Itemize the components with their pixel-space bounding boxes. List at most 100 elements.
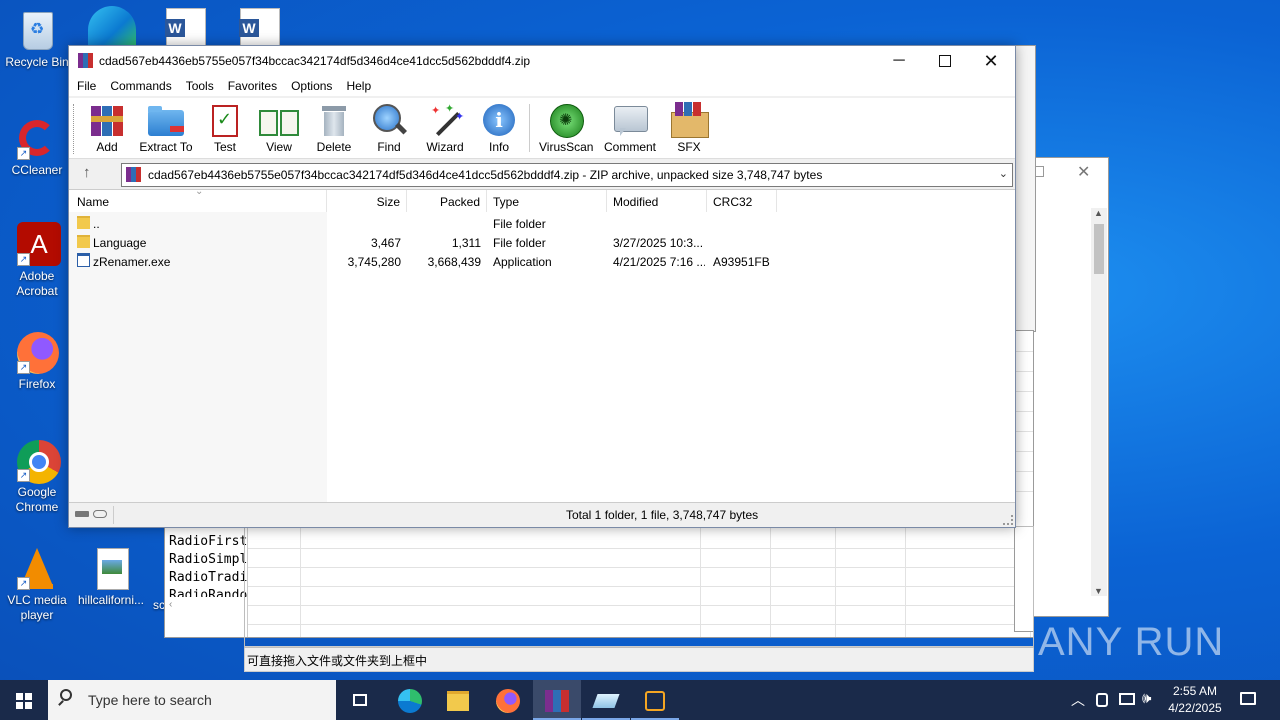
shortcut-arrow-icon: ↗ <box>17 469 30 482</box>
ccleaner-graphic: ↗ <box>15 116 59 160</box>
file-list[interactable]: Name ⌄ Size Packed Type Modified CRC32 .… <box>69 186 1015 502</box>
notifications-icon[interactable] <box>1240 692 1256 705</box>
list-item[interactable]: RadioTradi <box>169 569 251 587</box>
file-modified: 3/27/2025 10:3... <box>613 236 704 250</box>
resize-grip-icon[interactable] <box>1003 515 1013 525</box>
maximize-button[interactable] <box>922 46 968 76</box>
up-arrow-icon[interactable]: ↑ <box>83 164 91 181</box>
menu-commands[interactable]: Commands <box>103 76 178 96</box>
column-header-packed[interactable]: Packed <box>407 190 487 212</box>
table-row[interactable]: .. File folder <box>69 215 1015 234</box>
trash-can-icon <box>316 102 352 138</box>
find-button[interactable]: Find <box>369 102 409 154</box>
word-logo-icon: W <box>239 19 259 37</box>
clock-date: 4/22/2025 <box>1168 701 1222 715</box>
start-button[interactable] <box>0 680 48 720</box>
sfx-box-icon <box>669 102 709 138</box>
firefox-icon[interactable]: ↗ Firefox <box>0 330 74 392</box>
recycle-bin-icon[interactable]: ♻ Recycle Bin <box>0 8 74 70</box>
vertical-scrollbar[interactable]: ▲ ▼ <box>1091 208 1107 596</box>
acrobat-graphic: A ↗ <box>15 222 61 266</box>
column-header-modified[interactable]: Modified <box>607 190 707 212</box>
chevron-up-icon[interactable]: ︿ <box>1071 690 1085 710</box>
menu-file[interactable]: File <box>70 76 103 96</box>
taskbar-winrar[interactable] <box>533 680 581 720</box>
search-box[interactable]: Type here to search <box>48 680 336 720</box>
folder-extract-icon <box>148 102 184 138</box>
menu-favorites[interactable]: Favorites <box>221 76 284 96</box>
winrar-window[interactable]: cdad567eb4436eb5755e057f34bccac342174df5… <box>68 45 1016 528</box>
test-button[interactable]: ✓ Test <box>205 102 245 154</box>
task-view-button[interactable] <box>336 680 384 720</box>
menu-options[interactable]: Options <box>284 76 339 96</box>
view-button[interactable]: View <box>257 102 301 154</box>
taskbar-notepad-plus[interactable] <box>631 680 679 720</box>
comment-icon <box>612 102 648 138</box>
taskbar-file-explorer[interactable] <box>434 680 482 720</box>
view-label: View <box>266 140 292 154</box>
horizontal-scroll-left-icon[interactable]: ‹ <box>169 599 172 610</box>
edge-desktop-icon[interactable] <box>88 6 136 46</box>
clock[interactable]: 2:55 AM 4/22/2025 <box>1164 683 1226 717</box>
anyrun-watermark: ANY RUN <box>1038 612 1238 672</box>
word-doc-icon[interactable]: W <box>239 8 280 46</box>
table-row[interactable]: Language 3,467 1,311 File folder 3/27/20… <box>69 234 1015 253</box>
column-header-crc32[interactable]: CRC32 <box>707 190 777 212</box>
extract-to-button[interactable]: Extract To <box>139 102 193 154</box>
background-statusbar: 可直接拖入文件或文件夹到上框中 <box>244 646 1034 672</box>
winrar-app-icon <box>78 53 93 68</box>
file-modified: 4/21/2025 7:16 ... <box>613 255 705 269</box>
adobe-acrobat-icon[interactable]: A ↗ Adobe Acrobat <box>0 222 74 299</box>
drive-icon[interactable] <box>75 511 89 517</box>
taskbar-app-editor[interactable] <box>582 680 630 720</box>
wizard-button[interactable]: ✦ ✦ ✦ Wizard <box>421 102 469 154</box>
close-icon[interactable]: ✕ <box>1077 162 1090 182</box>
list-item[interactable]: RadioSimpl <box>169 551 251 569</box>
ccleaner-icon[interactable]: ↗ CCleaner <box>0 116 74 178</box>
clock-time: 2:55 AM <box>1172 684 1218 698</box>
menu-help[interactable]: Help <box>339 76 378 96</box>
magnifier-icon <box>371 102 408 138</box>
list-item[interactable]: RadioRando <box>169 587 251 597</box>
edge-icon <box>398 688 422 713</box>
table-row[interactable]: zRenamer.exe 3,745,280 3,668,439 Applica… <box>69 253 1015 272</box>
file-crc: A93951FB <box>713 255 770 269</box>
test-label: Test <box>213 140 236 154</box>
shortcut-arrow-icon: ↗ <box>17 253 30 266</box>
image-file-graphic <box>89 546 133 590</box>
taskbar-edge[interactable] <box>386 680 434 720</box>
sfx-button[interactable]: SFX <box>667 102 711 154</box>
google-chrome-icon[interactable]: ↗ Google Chrome <box>0 438 74 515</box>
window-title: cdad567eb4436eb5755e057f34bccac342174df5… <box>99 54 531 68</box>
list-item[interactable]: RadioFirst <box>169 533 251 551</box>
volume-icon[interactable]: 🕪 <box>1142 690 1151 707</box>
file-type: Application <box>493 255 552 269</box>
menu-tools[interactable]: Tools <box>179 76 221 96</box>
address-bar: ↑ cdad567eb4436eb5755e057f34bccac342174d… <box>69 161 1015 187</box>
info-button[interactable]: i Info <box>479 102 519 154</box>
image-file-icon[interactable]: hillcaliforni... <box>74 546 148 608</box>
column-header-type[interactable]: Type <box>487 190 607 212</box>
vlc-icon[interactable]: ↗ VLC media player <box>0 546 74 623</box>
virusscan-button[interactable]: ✺ VirusScan <box>539 102 593 154</box>
taskbar: Type here to search ︿ 🕪 2:55 AM 4/22/202… <box>0 680 1280 720</box>
title-bar[interactable]: cdad567eb4436eb5755e057f34bccac342174df5… <box>69 46 1015 76</box>
wizard-label: Wizard <box>426 140 464 154</box>
add-button[interactable]: Add <box>87 102 127 154</box>
security-icon[interactable] <box>1096 693 1108 707</box>
minimize-button[interactable]: ─ <box>876 46 922 76</box>
word-doc-icon[interactable]: W <box>165 8 206 46</box>
sfx-label: SFX <box>677 140 701 154</box>
close-button[interactable]: ✕ <box>968 46 1014 76</box>
column-header-size[interactable]: Size <box>327 190 407 212</box>
file-crc <box>713 215 777 234</box>
chrome-graphic: ↗ <box>15 438 61 484</box>
folder-icon <box>77 216 90 229</box>
comment-button[interactable]: Comment <box>601 102 659 154</box>
archive-path-field[interactable]: cdad567eb4436eb5755e057f34bccac342174df5… <box>121 163 1013 187</box>
taskbar-firefox[interactable] <box>484 680 532 720</box>
delete-button[interactable]: Delete <box>313 102 355 154</box>
network-icon[interactable] <box>1119 693 1135 705</box>
key-icon[interactable] <box>93 510 107 518</box>
chevron-down-icon[interactable]: ⌄ <box>999 167 1008 180</box>
